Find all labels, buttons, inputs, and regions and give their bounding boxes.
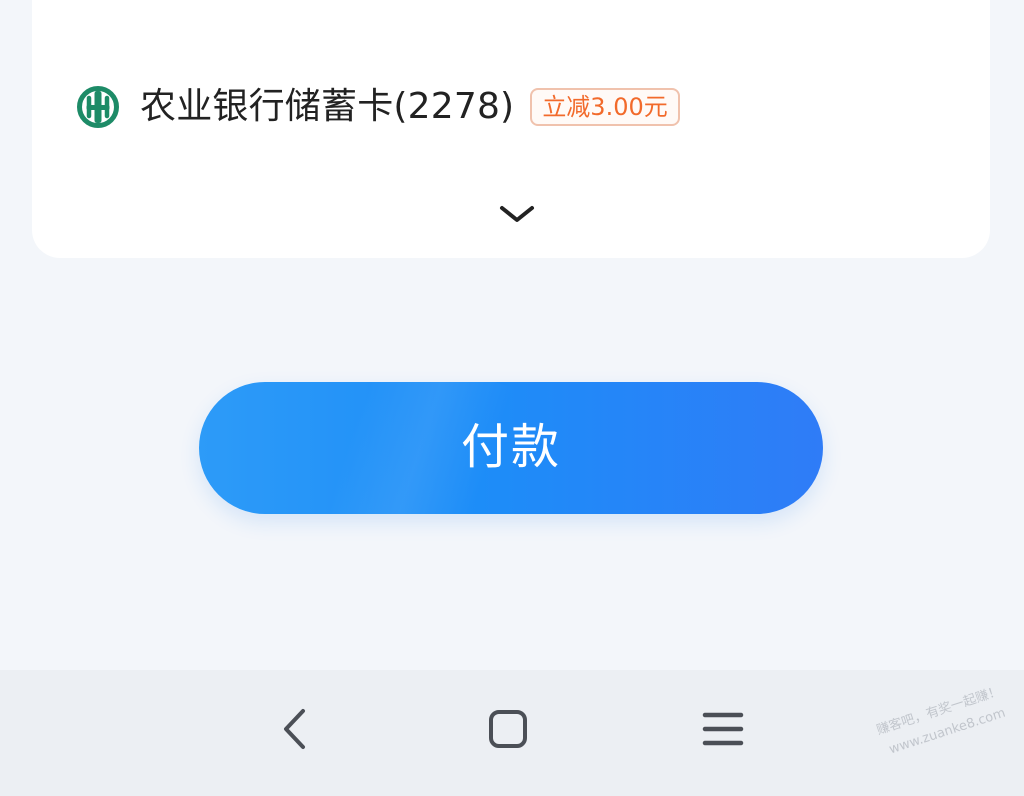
back-button[interactable] [259, 705, 329, 757]
pay-button-label: 付款 [460, 421, 561, 474]
payment-method-row[interactable]: 农业银行储蓄卡(2278) 立减3.00元 [76, 82, 680, 132]
menu-button[interactable] [688, 705, 758, 757]
agricultural-bank-logo-icon [76, 85, 120, 129]
expand-payment-methods-toggle[interactable] [496, 200, 538, 232]
menu-icon [702, 708, 744, 754]
back-icon [278, 707, 310, 755]
discount-badge: 立减3.00元 [530, 88, 680, 126]
home-icon [486, 707, 530, 755]
pay-button[interactable]: 付款 [199, 382, 823, 514]
home-button[interactable] [473, 705, 543, 757]
bank-card-name: 农业银行储蓄卡(2278) [140, 86, 515, 127]
chevron-down-icon [498, 203, 536, 229]
